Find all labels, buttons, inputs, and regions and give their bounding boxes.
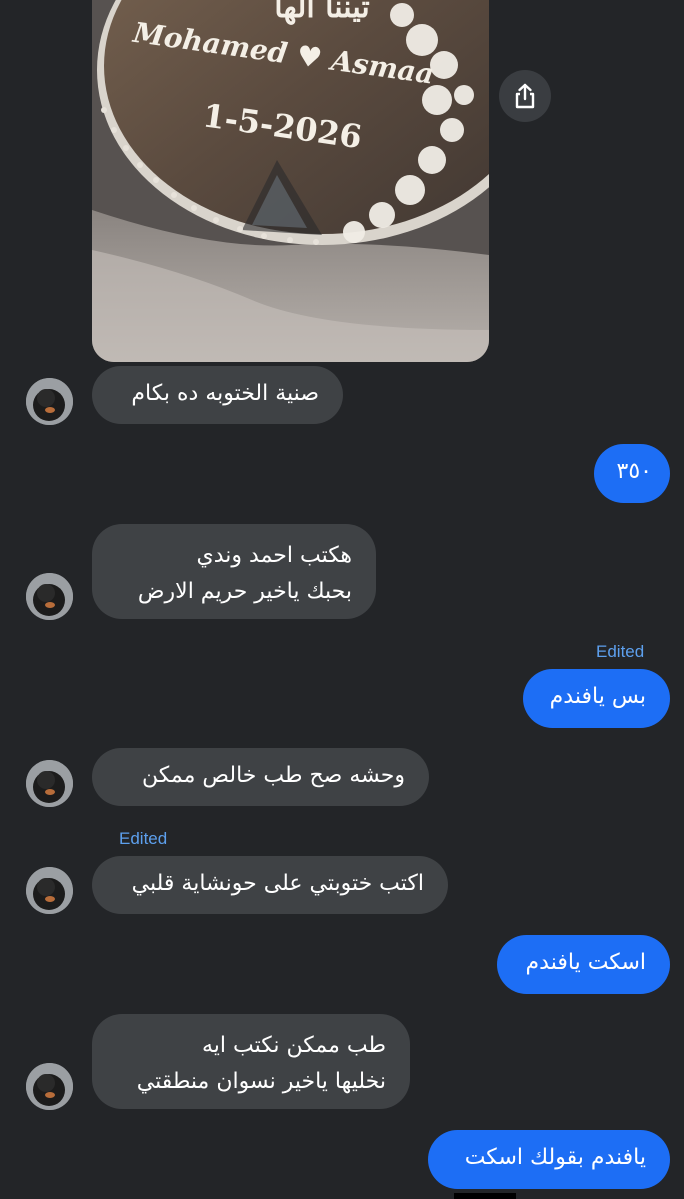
home-indicator [454, 1193, 516, 1199]
message-text: بس يافندم [549, 684, 646, 709]
share-button[interactable] [499, 70, 551, 122]
avatar-image [26, 867, 73, 914]
avatar-image [26, 378, 73, 425]
sender-avatar[interactable] [26, 378, 73, 425]
avatar-image [26, 1063, 73, 1110]
message-text: صنية الختوبه ده بكام [131, 381, 319, 406]
share-icon [515, 83, 535, 109]
incoming-message-bubble[interactable]: هكتب احمد وندي بحبك ياخير حريم الارض [92, 524, 376, 619]
message-text: ٣٥٠ [616, 459, 652, 484]
sender-avatar[interactable] [26, 760, 73, 807]
avatar-image [26, 760, 73, 807]
edited-label: Edited [596, 642, 645, 661]
avatar-image [26, 573, 73, 620]
sender-avatar[interactable] [26, 573, 73, 620]
shared-photo[interactable]: تيننا الها Mohamed ♥ Asmaa 1-5-2026 [92, 0, 489, 362]
photo-arabic-text: تيننا الها [274, 0, 370, 25]
message-text: اسكت يافندم [525, 950, 646, 975]
chat-screen: تيننا الها Mohamed ♥ Asmaa 1-5-2026 صنية… [0, 0, 684, 1199]
message-text: اكتب ختوبتي على حونشاية قلبي [131, 871, 424, 896]
outgoing-message-bubble[interactable]: اسكت يافندم [497, 935, 670, 994]
message-text-line-1: هكتب احمد وندي [196, 543, 352, 568]
outgoing-message-bubble[interactable]: بس يافندم [523, 669, 670, 728]
message-text-line-2: نخليها ياخير نسوان منطقتي [136, 1069, 386, 1094]
message-text-line-1: طب ممكن نكتب ايه [201, 1033, 386, 1058]
sender-avatar[interactable] [26, 867, 73, 914]
incoming-message-bubble[interactable]: وحشه صح طب خالص ممكن [92, 748, 429, 806]
message-text: يافندم بقولك اسكت [464, 1145, 646, 1170]
outgoing-message-bubble[interactable]: يافندم بقولك اسكت [428, 1130, 670, 1189]
message-text: وحشه صح طب خالص ممكن [142, 763, 405, 788]
incoming-message-bubble[interactable]: صنية الختوبه ده بكام [92, 366, 343, 424]
incoming-message-bubble[interactable]: طب ممكن نكتب ايه نخليها ياخير نسوان منطق… [92, 1014, 410, 1109]
incoming-message-bubble[interactable]: اكتب ختوبتي على حونشاية قلبي [92, 856, 448, 914]
outgoing-message-bubble[interactable]: ٣٥٠ [594, 444, 670, 503]
edited-label: Edited [119, 829, 168, 848]
message-text-line-2: بحبك ياخير حريم الارض [137, 579, 352, 604]
sender-avatar[interactable] [26, 1063, 73, 1110]
